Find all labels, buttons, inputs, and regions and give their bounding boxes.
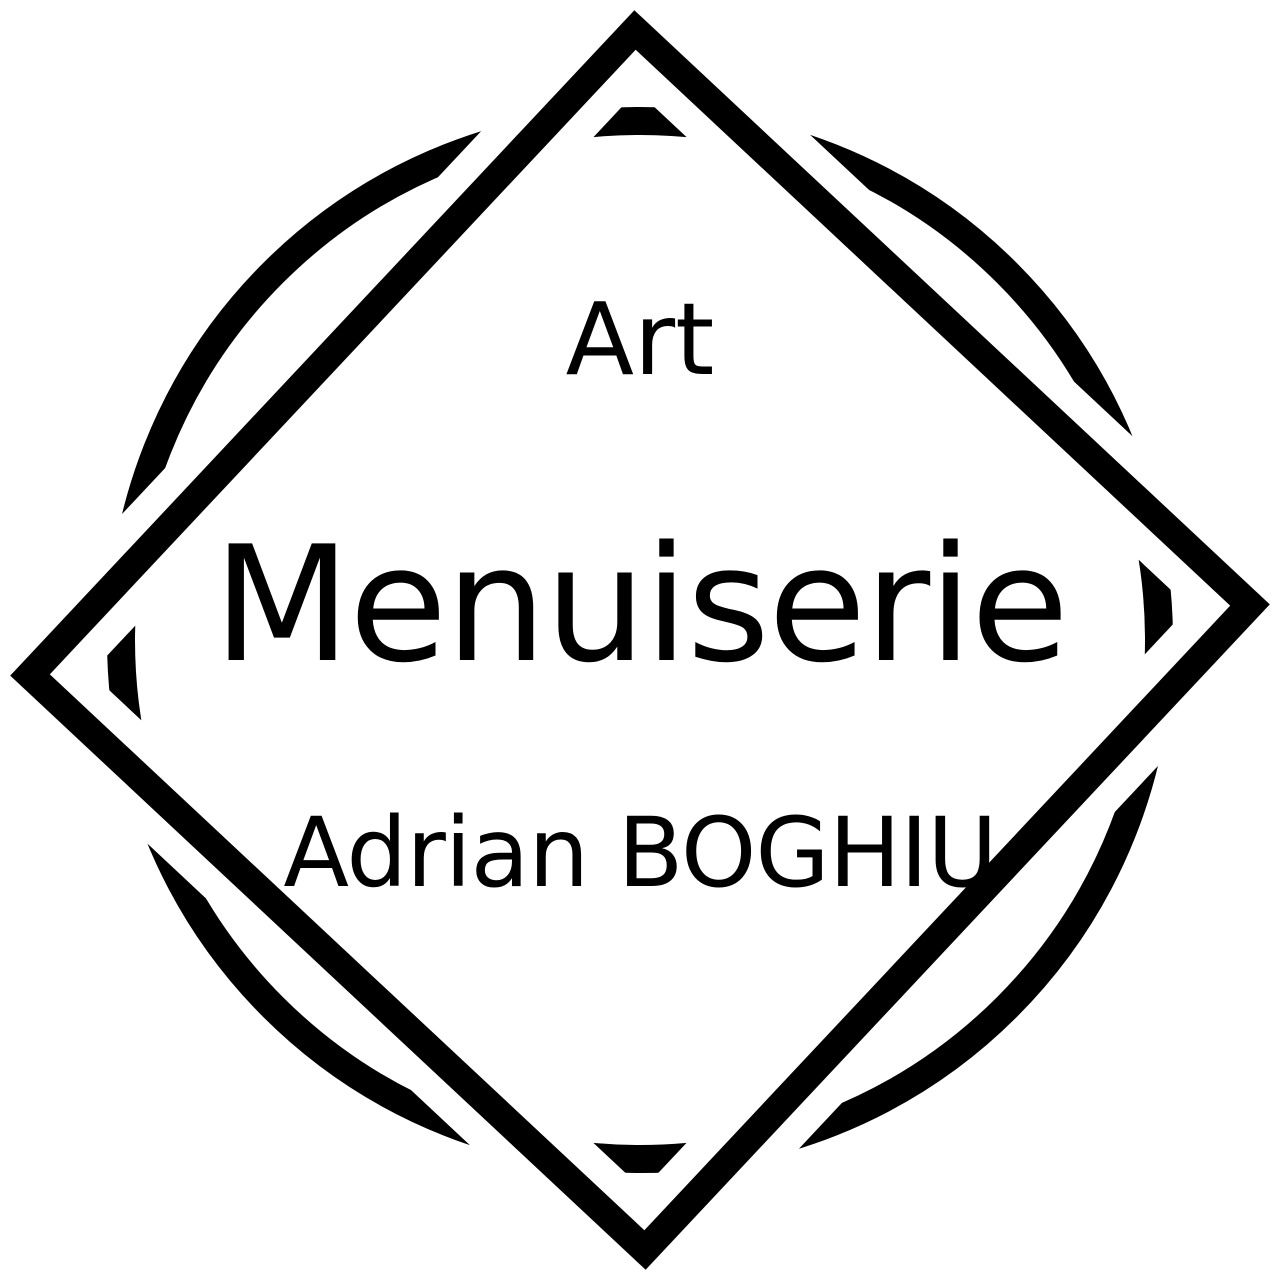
logo-word-menuiserie: Menuiserie xyxy=(212,511,1069,698)
logo-canvas: Art Menuiserie Adrian BOGHIU xyxy=(0,0,1280,1280)
logo-word-art: Art xyxy=(565,281,715,398)
logo-owner-name: Adrian BOGHIU xyxy=(283,797,997,909)
